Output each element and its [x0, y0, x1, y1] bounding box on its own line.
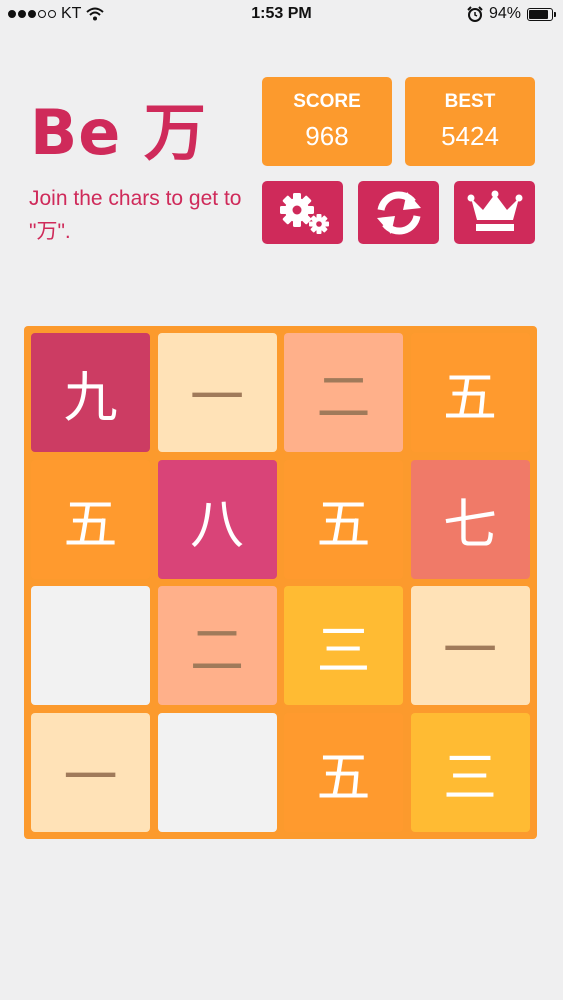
tile-five: 五	[31, 459, 150, 579]
empty-cell	[31, 586, 150, 705]
score-label: SCORE	[293, 91, 361, 112]
tile-two: 二	[284, 333, 403, 452]
battery-icon	[527, 7, 556, 21]
tile-character: 三	[316, 619, 371, 682]
tile-character: 一	[443, 619, 497, 682]
status-bar: KT 1:53 PM 94%	[0, 0, 563, 30]
leaderboard-button[interactable]	[454, 181, 535, 244]
battery-percent: 94%	[488, 5, 521, 22]
tile-nine: 九	[31, 333, 150, 452]
game-instructions: Join the chars to get to "万".	[29, 187, 242, 243]
tile-character: 五	[316, 745, 371, 809]
tile-five: 五	[410, 333, 530, 452]
best-label: BEST	[444, 91, 496, 112]
game-title: Be 万	[30, 96, 207, 169]
tile-character: 五	[443, 366, 497, 429]
tile-character: 三	[443, 745, 497, 809]
settings-button[interactable]	[262, 181, 343, 244]
tile-eight: 八	[157, 459, 277, 579]
status-bar-right: 94%	[467, 5, 556, 23]
tile-five: 五	[284, 712, 403, 832]
tile-character: 八	[190, 492, 244, 556]
tile-two: 二	[157, 586, 277, 705]
tile-seven: 七	[410, 459, 530, 579]
best-value: 5424	[441, 121, 499, 151]
tile-one: 一	[31, 712, 150, 832]
tile-character: 二	[190, 619, 244, 682]
empty-cell	[157, 712, 277, 832]
gear-icon	[279, 192, 329, 234]
crown-icon	[467, 190, 522, 231]
best-score-box: BEST 5424	[405, 77, 535, 166]
score-value: 968	[305, 121, 349, 151]
tile-five: 五	[284, 459, 403, 579]
tile-character: 七	[443, 492, 497, 556]
tile-character: 二	[316, 366, 371, 429]
score-box: SCORE 968	[262, 77, 392, 166]
tile-one: 一	[410, 586, 530, 705]
refresh-icon	[376, 191, 421, 234]
tile-three: 三	[284, 586, 403, 705]
tile-character: 九	[63, 366, 118, 429]
restart-button[interactable]	[358, 181, 439, 244]
tile-character: 一	[63, 745, 118, 809]
tile-one: 一	[157, 333, 277, 452]
tile-character: 一	[190, 366, 244, 429]
tile-character: 五	[63, 492, 118, 556]
tile-character: 五	[316, 492, 371, 556]
tile-three: 三	[410, 712, 530, 832]
game-board[interactable]: 九一二五五八五七二三一一五三	[24, 326, 537, 839]
alarm-clock-icon	[467, 6, 483, 22]
